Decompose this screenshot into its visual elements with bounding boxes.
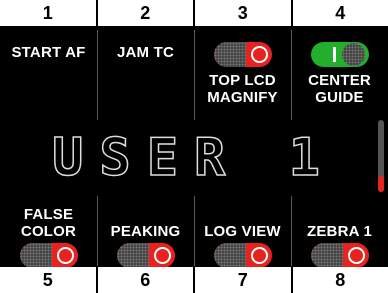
user-button-peaking[interactable]: PEAKING	[97, 223, 194, 268]
user-button-false-color[interactable]: FALSE COLOR	[0, 206, 97, 268]
tab-8[interactable]: 8	[290, 267, 388, 293]
bottom-tab-bar: 5 6 7 8	[0, 267, 388, 293]
button-label-line1: TOP LCD	[209, 72, 276, 89]
toggle-switch-off[interactable]	[116, 243, 175, 268]
scrollbar-thumb[interactable]	[378, 176, 384, 192]
tab-5[interactable]: 5	[0, 267, 96, 293]
button-label-line2: GUIDE	[315, 89, 364, 106]
toggle-switch-off[interactable]	[310, 243, 369, 268]
toggle-switch-off[interactable]	[213, 42, 272, 67]
user-button-zebra-1[interactable]: ZEBRA 1	[291, 223, 388, 268]
button-label: START AF	[11, 44, 86, 61]
button-label: PEAKING	[110, 223, 181, 240]
user-button-jam-tc[interactable]: JAM TC	[97, 44, 194, 61]
button-label-line2: COLOR	[20, 223, 77, 240]
tab-7[interactable]: 7	[193, 267, 291, 293]
top-tab-bar: 1 2 3 4	[0, 0, 388, 26]
button-label: JAM TC	[116, 44, 175, 61]
toggle-switch-on[interactable]	[310, 42, 369, 67]
button-label-line1: CENTER	[308, 72, 371, 89]
scrollbar[interactable]	[378, 120, 384, 192]
user-button-log-view[interactable]: LOG VIEW	[194, 223, 291, 268]
tab-1[interactable]: 1	[0, 0, 96, 26]
tab-3[interactable]: 3	[193, 0, 291, 26]
user-button-start-af[interactable]: START AF	[0, 44, 97, 61]
page-title: USER 1	[51, 127, 336, 189]
user-button-top-lcd-magnify[interactable]: TOP LCD MAGNIFY	[194, 42, 291, 106]
tab-2[interactable]: 2	[95, 0, 193, 26]
button-label-line1: FALSE	[23, 206, 74, 223]
toggle-switch-off[interactable]	[19, 243, 78, 268]
user-button-center-guide[interactable]: CENTER GUIDE	[291, 42, 388, 106]
tab-4[interactable]: 4	[290, 0, 388, 26]
button-label: ZEBRA 1	[306, 223, 373, 240]
button-label-line2: MAGNIFY	[207, 89, 278, 106]
button-label: LOG VIEW	[204, 223, 281, 240]
toggle-switch-off[interactable]	[213, 243, 272, 268]
tab-6[interactable]: 6	[95, 267, 193, 293]
